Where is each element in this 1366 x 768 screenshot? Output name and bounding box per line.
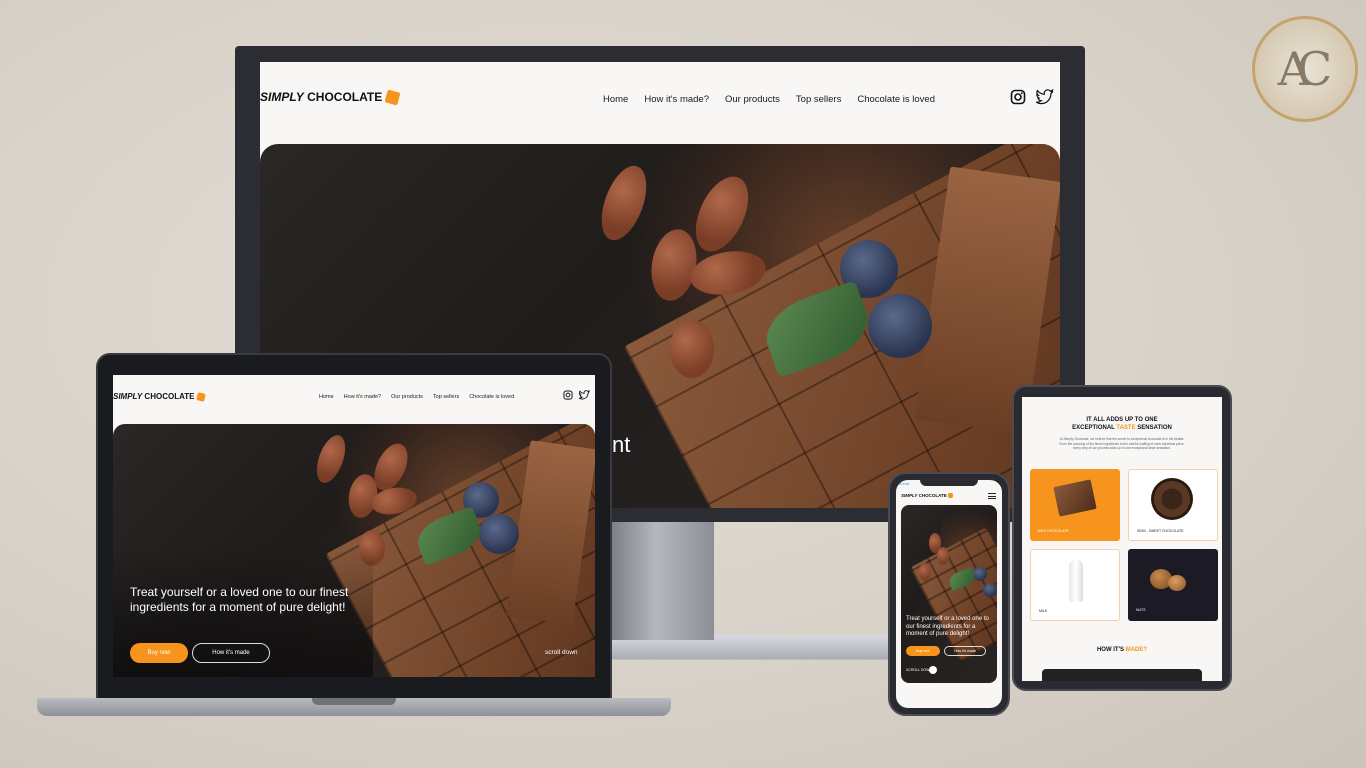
twitter-icon[interactable] (579, 390, 590, 400)
buy-now-button[interactable]: Buy now (130, 643, 188, 663)
hazelnut-image-2 (1168, 575, 1186, 591)
how-its-made-button[interactable]: How it's made (192, 643, 270, 663)
product-card-nuts[interactable]: NUTS (1128, 549, 1218, 621)
scroll-down-label[interactable]: scroll down (545, 649, 578, 656)
monitor-hero-text-fragment: nt (612, 432, 631, 457)
tablet-screen: IT ALL ADDS UP TO ONE EXCEPTIONAL TASTE … (1022, 397, 1222, 681)
phone-buy-now-button[interactable]: Buy now (906, 646, 940, 656)
nav-how-its-made[interactable]: How it's made? (344, 394, 381, 400)
laptop-social (563, 390, 590, 400)
tablet-how-its-made-heading: HOW IT'S MADE? (1096, 647, 1148, 653)
phone-notch (920, 479, 978, 486)
laptop-site-logo[interactable]: SIMPLY CHOCOLATE (113, 391, 206, 402)
nav-our-products[interactable]: Our products (391, 394, 423, 400)
chocolate-square-icon (948, 493, 954, 499)
phone-how-its-made-button[interactable]: How it's made (944, 646, 986, 656)
instagram-icon[interactable] (1010, 89, 1026, 105)
tablet-video-preview (1042, 669, 1202, 681)
nav-chocolate-loved[interactable]: Chocolate is loved (857, 94, 935, 105)
phone-hero-image (901, 505, 997, 683)
product-label: MILK (1039, 609, 1048, 613)
tablet-section-title: IT ALL ADDS UP TO ONE EXCEPTIONAL TASTE … (1072, 417, 1172, 431)
chocolate-chips-image (1151, 478, 1193, 520)
nav-our-products[interactable]: Our products (725, 94, 780, 105)
laptop-hero-image (113, 424, 595, 677)
laptop-nav: Home How it's made? Our products Top sel… (319, 394, 514, 400)
nav-chocolate-loved[interactable]: Chocolate is loved (469, 394, 514, 400)
instagram-icon[interactable] (563, 390, 573, 400)
nav-home[interactable]: Home (319, 394, 334, 400)
product-card-milk[interactable]: MILK (1030, 549, 1120, 621)
phone-hero-headline: Treat yourself or a loved one to our fin… (906, 616, 989, 637)
nav-top-sellers[interactable]: Top sellers (433, 394, 459, 400)
brand-monogram: AC (1252, 16, 1358, 122)
laptop-hero-headline: Treat yourself or a loved one to our fin… (130, 585, 349, 614)
nav-top-sellers[interactable]: Top sellers (796, 94, 841, 105)
milk-chocolate-image (1053, 479, 1097, 517)
phone-screen: Mobile SIMPLY CHOCOLATE Treat yourself o… (896, 480, 1002, 708)
phone-status-label: Mobile (898, 481, 910, 486)
hamburger-menu-icon[interactable] (988, 493, 996, 499)
chocolate-square-icon (195, 391, 206, 402)
monitor-stand-neck (610, 522, 714, 640)
nav-how-its-made[interactable]: How it's made? (644, 94, 709, 105)
laptop-notch (312, 698, 396, 705)
chocolate-square-icon (384, 89, 401, 106)
product-label: NUTS (1136, 608, 1146, 612)
milk-bottle-image (1069, 560, 1083, 602)
product-label: MILK CHOCOLATE (1038, 529, 1069, 533)
product-label: SEMI - SWEET CHOCOLATE (1137, 529, 1184, 533)
twitter-icon[interactable] (1036, 89, 1054, 105)
product-card-milk-chocolate[interactable]: MILK CHOCOLATE (1030, 469, 1120, 541)
monitor-social (1010, 89, 1054, 105)
laptop-screen: SIMPLY CHOCOLATE Home How it's made? Our… (113, 375, 595, 677)
tablet-intro-text: At Simply Chocolate, we believe that the… (1059, 437, 1185, 451)
nav-home[interactable]: Home (603, 94, 628, 105)
monitor-nav: Home How it's made? Our products Top sel… (603, 94, 935, 105)
site-logo[interactable]: SIMPLY CHOCOLATE (260, 89, 401, 106)
scroll-toggle-icon[interactable] (929, 666, 937, 674)
phone-site-logo[interactable]: SIMPLY CHOCOLATE (901, 493, 954, 499)
product-card-semi-sweet[interactable]: SEMI - SWEET CHOCOLATE (1128, 469, 1218, 541)
